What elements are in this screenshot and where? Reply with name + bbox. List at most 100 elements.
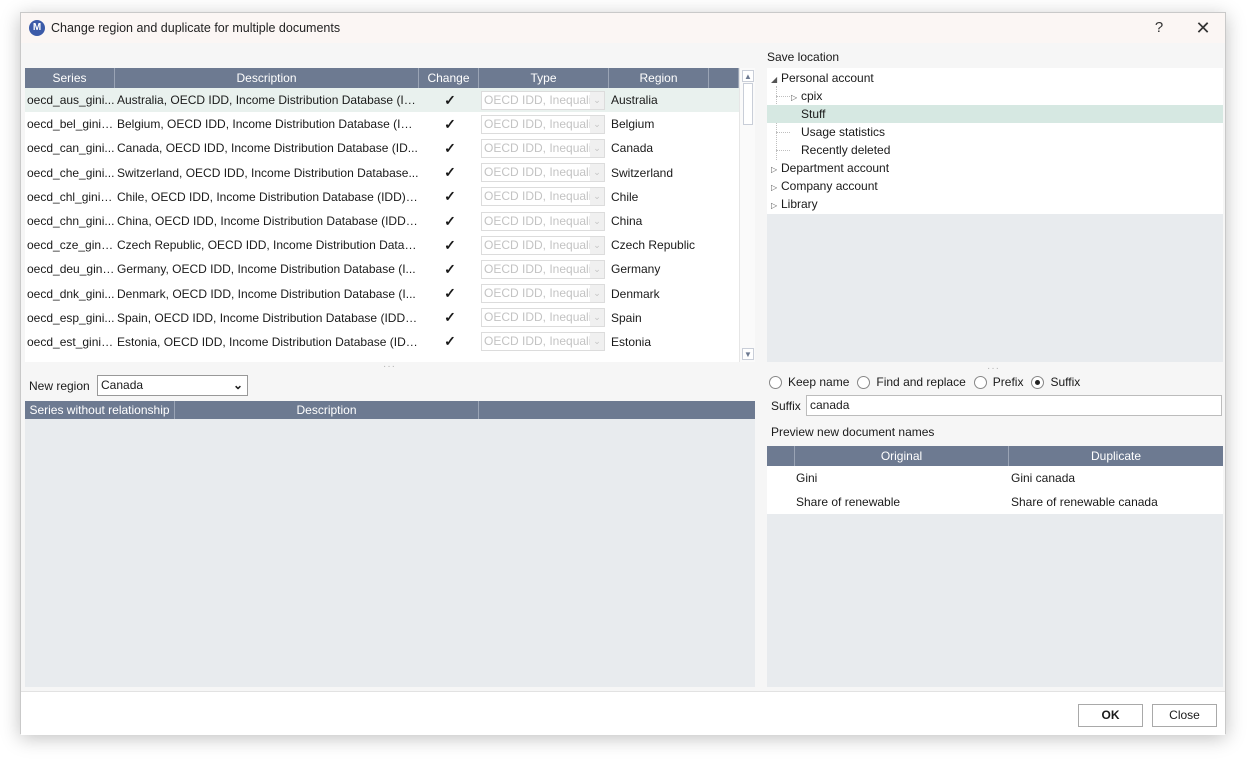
splitter-handle-icon[interactable]: ···	[383, 361, 396, 372]
preview-row: Gini Gini canada	[767, 466, 1223, 490]
tree-item-department-account[interactable]: ▷ Department account	[771, 159, 889, 177]
scroll-thumb[interactable]	[743, 83, 753, 125]
change-checkbox[interactable]: ✓	[419, 116, 479, 133]
type-value: OECD IDD, Inequali	[484, 261, 592, 276]
chevron-down-icon: ⌄	[232, 378, 243, 392]
preview-duplicate-cell: Share of renewable canada	[1011, 495, 1158, 509]
chevron-down-icon: ⌄	[590, 188, 604, 206]
tree-item-usage-statistics[interactable]: Usage statistics	[801, 123, 885, 141]
type-dropdown: OECD IDD, Inequali ⌄	[481, 187, 605, 207]
collapsed-triangle-icon[interactable]: ▷	[771, 197, 781, 215]
column-header-region[interactable]: Region	[609, 68, 709, 88]
scroll-up-icon[interactable]: ▲	[742, 70, 754, 82]
column-header-type[interactable]: Type	[479, 68, 609, 88]
column-header-wr-description[interactable]: Description	[175, 401, 479, 419]
type-cell: OECD IDD, Inequali ⌄	[479, 308, 609, 328]
description-cell: China, OECD IDD, Income Distribution Dat…	[117, 214, 419, 229]
tree-item-stuff[interactable]: Stuff	[767, 105, 1223, 123]
change-checkbox[interactable]: ✓	[419, 285, 479, 302]
series-table-scrollbar[interactable]: ▲ ▼	[739, 68, 755, 362]
region-cell: Canada	[611, 141, 654, 156]
type-value: OECD IDD, Inequali	[484, 116, 592, 131]
preview-original-cell: Gini	[796, 471, 818, 485]
change-checkbox[interactable]: ✓	[419, 333, 479, 350]
description-cell: Spain, OECD IDD, Income Distribution Dat…	[117, 310, 419, 325]
change-region-dialog: M Change region and duplicate for multip…	[20, 12, 1226, 735]
preview-table-header: Original Duplicate	[767, 446, 1223, 466]
table-row[interactable]: oecd_bel_gini_... Belgium, OECD IDD, Inco…	[25, 112, 739, 136]
table-row[interactable]: oecd_cze_gini_... Czech Republic, OECD ID…	[25, 233, 739, 257]
type-dropdown: OECD IDD, Inequali ⌄	[481, 90, 605, 110]
tree-item-library[interactable]: ▷ Library	[771, 195, 818, 213]
table-row[interactable]: oecd_esp_gini... Spain, OECD IDD, Income …	[25, 306, 739, 330]
expanded-triangle-icon[interactable]: ◢	[771, 71, 781, 89]
chevron-down-icon: ⌄	[590, 333, 604, 351]
column-header-duplicate[interactable]: Duplicate	[1009, 446, 1223, 466]
change-checkbox[interactable]: ✓	[419, 164, 479, 181]
radio-label-prefix[interactable]: Prefix	[993, 375, 1024, 389]
tree-item-cpix[interactable]: ▷ cpix	[791, 87, 822, 105]
type-dropdown: OECD IDD, Inequali ⌄	[481, 332, 605, 352]
radio-prefix[interactable]	[973, 375, 987, 389]
type-value: OECD IDD, Inequali	[484, 213, 592, 228]
type-cell: OECD IDD, Inequali ⌄	[479, 138, 609, 158]
change-checkbox[interactable]: ✓	[419, 140, 479, 157]
series-table-body: oecd_aus_gini... Australia, OECD IDD, Inc…	[25, 88, 739, 354]
change-checkbox[interactable]: ✓	[419, 92, 479, 109]
series-cell: oecd_che_gini...	[27, 165, 115, 180]
tree-item-recently-deleted[interactable]: Recently deleted	[801, 141, 890, 159]
column-header-series-without-relationship[interactable]: Series without relationship	[25, 401, 175, 419]
naming-options: Keep name Find and replace Prefix Suffix	[769, 375, 1088, 389]
type-cell: OECD IDD, Inequali ⌄	[479, 187, 609, 207]
change-checkbox[interactable]: ✓	[419, 261, 479, 278]
table-row[interactable]: oecd_can_gini... Canada, OECD IDD, Income…	[25, 136, 739, 160]
radio-suffix[interactable]	[1031, 375, 1045, 389]
radio-label-keep-name[interactable]: Keep name	[788, 375, 849, 389]
radio-label-find-replace[interactable]: Find and replace	[876, 375, 965, 389]
table-row[interactable]: oecd_est_gini_... Estonia, OECD IDD, Inco…	[25, 330, 739, 354]
table-row[interactable]: oecd_dnk_gini... Denmark, OECD IDD, Incom…	[25, 282, 739, 306]
table-row[interactable]: oecd_chl_gini_... Chile, OECD IDD, Income…	[25, 185, 739, 209]
change-checkbox[interactable]: ✓	[419, 309, 479, 326]
type-value: OECD IDD, Inequali	[484, 140, 592, 155]
radio-label-suffix[interactable]: Suffix	[1050, 375, 1080, 389]
dialog-title: Change region and duplicate for multiple…	[51, 21, 341, 35]
preview-table-body: Gini Gini canada Share of renewable Share o…	[767, 466, 1223, 514]
ok-button[interactable]: OK	[1078, 704, 1143, 727]
change-checkbox[interactable]: ✓	[419, 188, 479, 205]
dialog-footer: OK Close	[21, 691, 1225, 735]
wr-table-header: Series without relationship Description	[25, 401, 755, 419]
new-region-select[interactable]: Canada ⌄	[97, 375, 248, 396]
column-header-change[interactable]: Change	[419, 68, 479, 88]
suffix-input[interactable]: canada	[806, 395, 1222, 416]
scroll-down-icon[interactable]: ▼	[742, 348, 754, 360]
change-checkbox[interactable]: ✓	[419, 213, 479, 230]
type-cell: OECD IDD, Inequali ⌄	[479, 114, 609, 134]
tree-item-personal-account[interactable]: ◢ Personal account	[771, 69, 874, 87]
help-button[interactable]: ?	[1139, 13, 1179, 43]
suffix-label: Suffix	[771, 399, 801, 413]
close-button[interactable]: Close	[1152, 704, 1217, 727]
description-cell: Canada, OECD IDD, Income Distribution Da…	[117, 141, 418, 156]
table-row[interactable]: oecd_aus_gini... Australia, OECD IDD, Inc…	[25, 88, 739, 113]
column-header-original[interactable]: Original	[795, 446, 1009, 466]
column-header-description[interactable]: Description	[115, 68, 419, 88]
region-cell: Germany	[611, 262, 661, 277]
table-row[interactable]: oecd_chn_gini... China, OECD IDD, Income …	[25, 209, 739, 233]
column-header-series[interactable]: Series	[25, 68, 115, 88]
table-row[interactable]: oecd_che_gini... Switzerland, OECD IDD, I…	[25, 161, 739, 185]
chevron-down-icon: ⌄	[590, 115, 604, 133]
right-splitter-handle-icon[interactable]: ···	[987, 363, 1000, 374]
series-table-header: Series Description Change Type Region	[25, 68, 739, 88]
tree-item-company-account[interactable]: ▷ Company account	[771, 177, 878, 195]
close-window-button[interactable]: ✕	[1183, 13, 1223, 43]
change-checkbox[interactable]: ✓	[419, 237, 479, 254]
region-cell: Denmark	[611, 286, 660, 301]
table-row[interactable]: oecd_deu_gini... Germany, OECD IDD, Incom…	[25, 257, 739, 281]
type-dropdown: OECD IDD, Inequali ⌄	[481, 114, 605, 134]
radio-find-replace[interactable]	[857, 375, 871, 389]
region-cell: Estonia	[611, 334, 652, 349]
series-cell: oecd_chn_gini...	[27, 214, 115, 229]
series-without-relationship-table: Series without relationship Description	[25, 401, 755, 687]
radio-keep-name[interactable]	[769, 375, 782, 389]
